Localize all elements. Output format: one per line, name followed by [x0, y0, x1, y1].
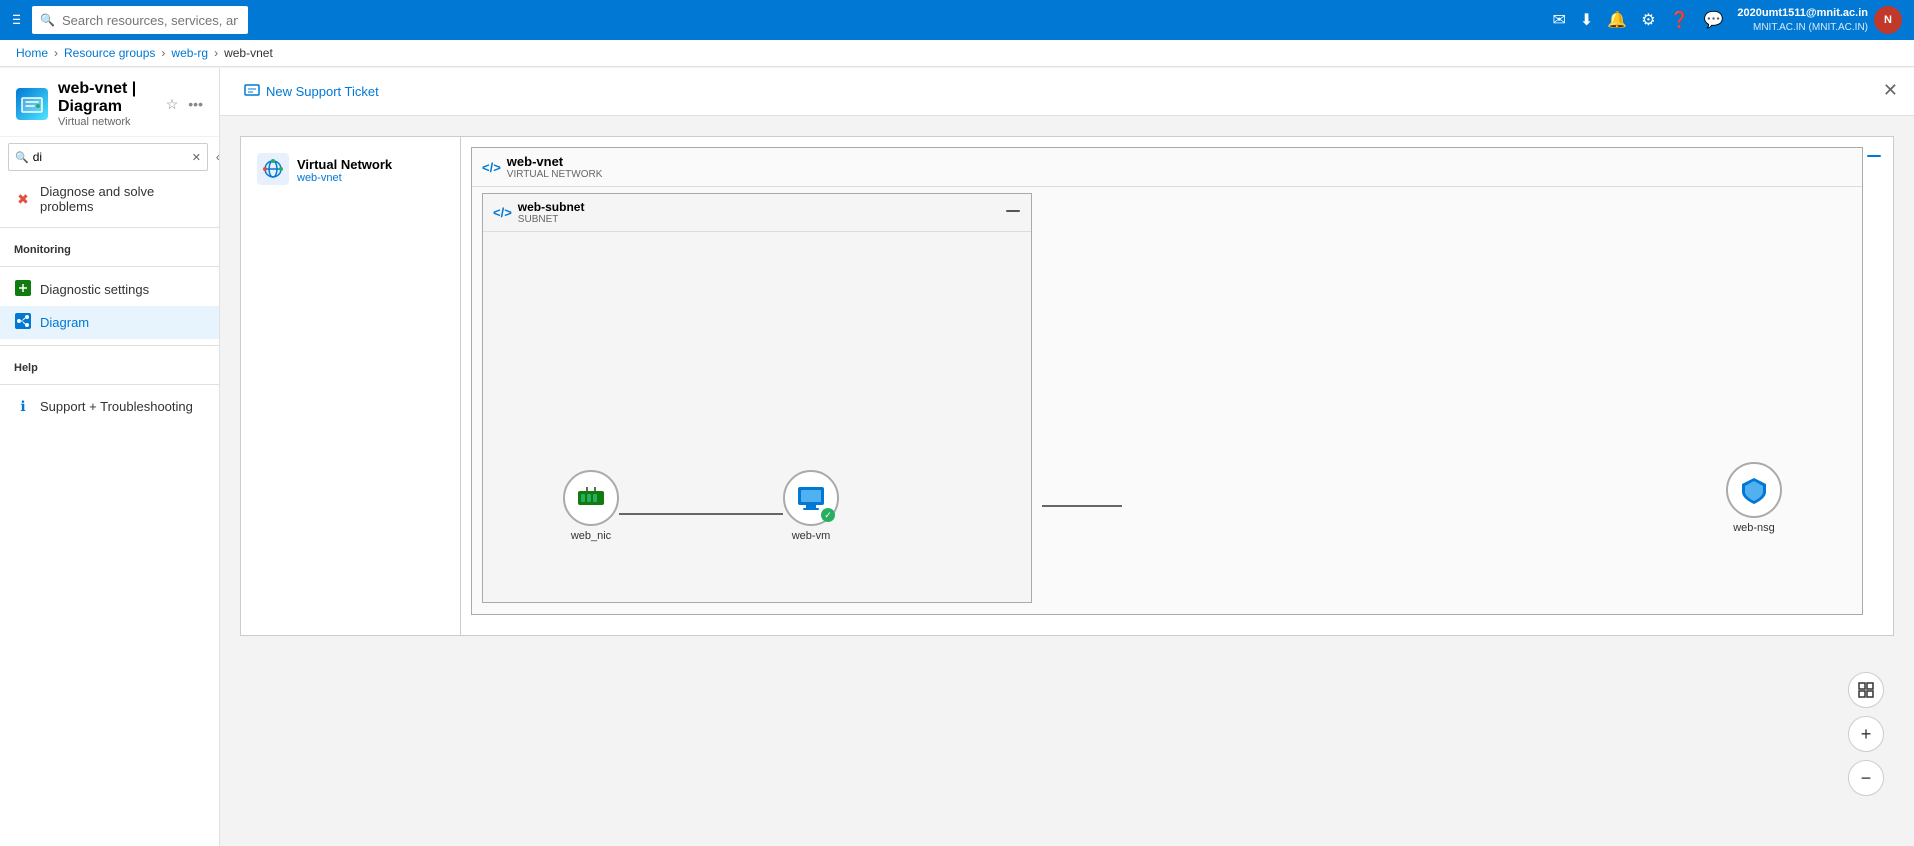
feedback-icon[interactable]: 💬 [1704, 10, 1724, 30]
subnet-diagram-box: </> web-subnet SUBNET [482, 193, 1032, 603]
vnet-icon [257, 153, 289, 188]
vnet-left-subtitle: web-vnet [297, 172, 392, 184]
sidebar-search-icon: 🔍 [15, 151, 29, 164]
node-web-nic[interactable]: web_nic [563, 470, 619, 542]
more-icon[interactable]: ••• [188, 96, 203, 112]
web-vm-label: web-vm [792, 530, 831, 542]
breadcrumb-web-rg[interactable]: web-rg [171, 46, 208, 60]
mail-icon[interactable]: ✉ [1553, 10, 1566, 30]
zoom-in-icon: + [1861, 724, 1872, 745]
vnet-panel-left: Virtual Network web-vnet [241, 137, 461, 635]
diagram-canvas[interactable]: Virtual Network web-vnet [220, 116, 1914, 846]
vnet-box-subtitle: VIRTUAL NETWORK [507, 169, 603, 180]
vnet-box-icon: </> [482, 160, 501, 175]
divider-monitoring [0, 227, 219, 228]
page-subtitle: Virtual network [58, 116, 156, 128]
favorite-icon[interactable]: ☆ [166, 96, 179, 113]
web-nic-label: web_nic [571, 530, 611, 542]
vm-status-badge: ✓ [821, 508, 835, 522]
diagram-icon [14, 313, 32, 332]
support-icon: ℹ [14, 398, 32, 415]
fit-to-screen-button[interactable] [1848, 672, 1884, 708]
top-navigation: ☰ Microsoft Azure 🔍 ✉ ⬇ 🔔 ⚙ ❓ 💬 2020umt1… [0, 0, 1914, 40]
subnet-box-title: web-subnet [518, 200, 585, 214]
sidebar: web-vnet | Diagram Virtual network ☆ •••… [0, 68, 220, 846]
user-name: 2020umt1511@mnit.ac.in [1737, 6, 1868, 20]
nav-item-diagnose[interactable]: ✖ Diagnose and solve problems [0, 177, 219, 221]
nav-diagram-label: Diagram [40, 315, 205, 330]
sidebar-search-row: 🔍 ✕ « [0, 137, 219, 177]
nav-item-diagnostic-settings[interactable]: Diagnostic settings [0, 273, 219, 306]
subnet-minimize-icon[interactable] [1005, 203, 1021, 222]
diagram-main-panel: </> web-vnet VIRTUAL NETWORK </> [461, 137, 1893, 635]
close-button[interactable]: ✕ [1883, 80, 1898, 101]
content-toolbar: New Support Ticket [220, 68, 1914, 116]
web-nsg-label: web-nsg [1733, 522, 1775, 534]
main-layout: web-vnet | Diagram Virtual network ☆ •••… [0, 68, 1914, 846]
nav-diagnose-label: Diagnose and solve problems [40, 184, 205, 214]
sidebar-collapse-btn[interactable]: « [212, 150, 220, 164]
sidebar-search-clear[interactable]: ✕ [192, 151, 201, 164]
sidebar-search-input[interactable] [29, 150, 192, 164]
subnet-box-subtitle: SUBNET [518, 214, 585, 225]
nav-support-label: Support + Troubleshooting [40, 399, 205, 414]
divider-help-2 [0, 384, 219, 385]
divider-monitoring-2 [0, 266, 219, 267]
monitoring-label: Monitoring [0, 234, 219, 260]
vnet-box-title: web-vnet [507, 154, 603, 169]
node-web-nsg[interactable]: web-nsg [1726, 462, 1782, 534]
search-icon: 🔍 [40, 13, 55, 27]
new-support-ticket-label: New Support Ticket [266, 84, 379, 99]
new-support-ticket-button[interactable]: New Support Ticket [236, 78, 387, 105]
breadcrumb: Home › Resource groups › web-rg › web-vn… [0, 40, 1914, 67]
help-icon[interactable]: ❓ [1670, 10, 1690, 30]
nav-diagnostic-label: Diagnostic settings [40, 282, 205, 297]
page-header: web-vnet | Diagram Virtual network ☆ ••• [0, 68, 219, 137]
resource-icon [16, 88, 48, 120]
download-icon[interactable]: ⬇ [1580, 10, 1593, 30]
user-profile[interactable]: 2020umt1511@mnit.ac.in MNIT.AC.IN (MNIT.… [1737, 6, 1902, 34]
page-title: web-vnet | Diagram [58, 80, 156, 116]
diagram-minimize-icon[interactable] [1865, 147, 1883, 170]
settings-icon[interactable]: ⚙ [1641, 10, 1655, 30]
subnet-header: </> web-subnet SUBNET [483, 194, 1031, 232]
connection-nic-vm [619, 513, 783, 515]
nav-item-support[interactable]: ℹ Support + Troubleshooting [0, 391, 219, 422]
nav-item-diagram[interactable]: Diagram [0, 306, 219, 339]
breadcrumb-home[interactable]: Home [16, 46, 48, 60]
diagnose-icon: ✖ [14, 191, 32, 208]
content-area: New Support Ticket [220, 68, 1914, 846]
zoom-out-button[interactable]: − [1848, 760, 1884, 796]
vnet-diagram-box: </> web-vnet VIRTUAL NETWORK </> [471, 147, 1863, 615]
vm-icon [796, 483, 826, 513]
zoom-out-icon: − [1861, 768, 1872, 789]
divider-help [0, 345, 219, 346]
connection-subnet-nsg [1042, 505, 1122, 507]
nic-icon [576, 483, 606, 513]
diagnostic-icon [14, 280, 32, 299]
breadcrumb-resource-groups[interactable]: Resource groups [64, 46, 155, 60]
vnet-label-card: Virtual Network web-vnet [257, 153, 392, 188]
user-avatar: N [1874, 6, 1902, 34]
breadcrumb-current: web-vnet [224, 46, 273, 60]
node-web-vm[interactable]: ✓ web-vm [783, 470, 839, 542]
vnet-header: </> web-vnet VIRTUAL NETWORK [472, 148, 1862, 187]
help-label: Help [0, 352, 219, 378]
global-search-input[interactable] [32, 6, 248, 34]
vnet-left-title: Virtual Network [297, 157, 392, 172]
user-org: MNIT.AC.IN (MNIT.AC.IN) [1737, 21, 1868, 34]
zoom-in-button[interactable]: + [1848, 716, 1884, 752]
nsg-icon [1739, 475, 1769, 505]
ticket-icon [244, 82, 260, 101]
subnet-box-icon: </> [493, 205, 512, 220]
zoom-controls: + − [1848, 672, 1884, 796]
diagram-outer: Virtual Network web-vnet [240, 136, 1894, 636]
notification-icon[interactable]: 🔔 [1607, 10, 1627, 30]
